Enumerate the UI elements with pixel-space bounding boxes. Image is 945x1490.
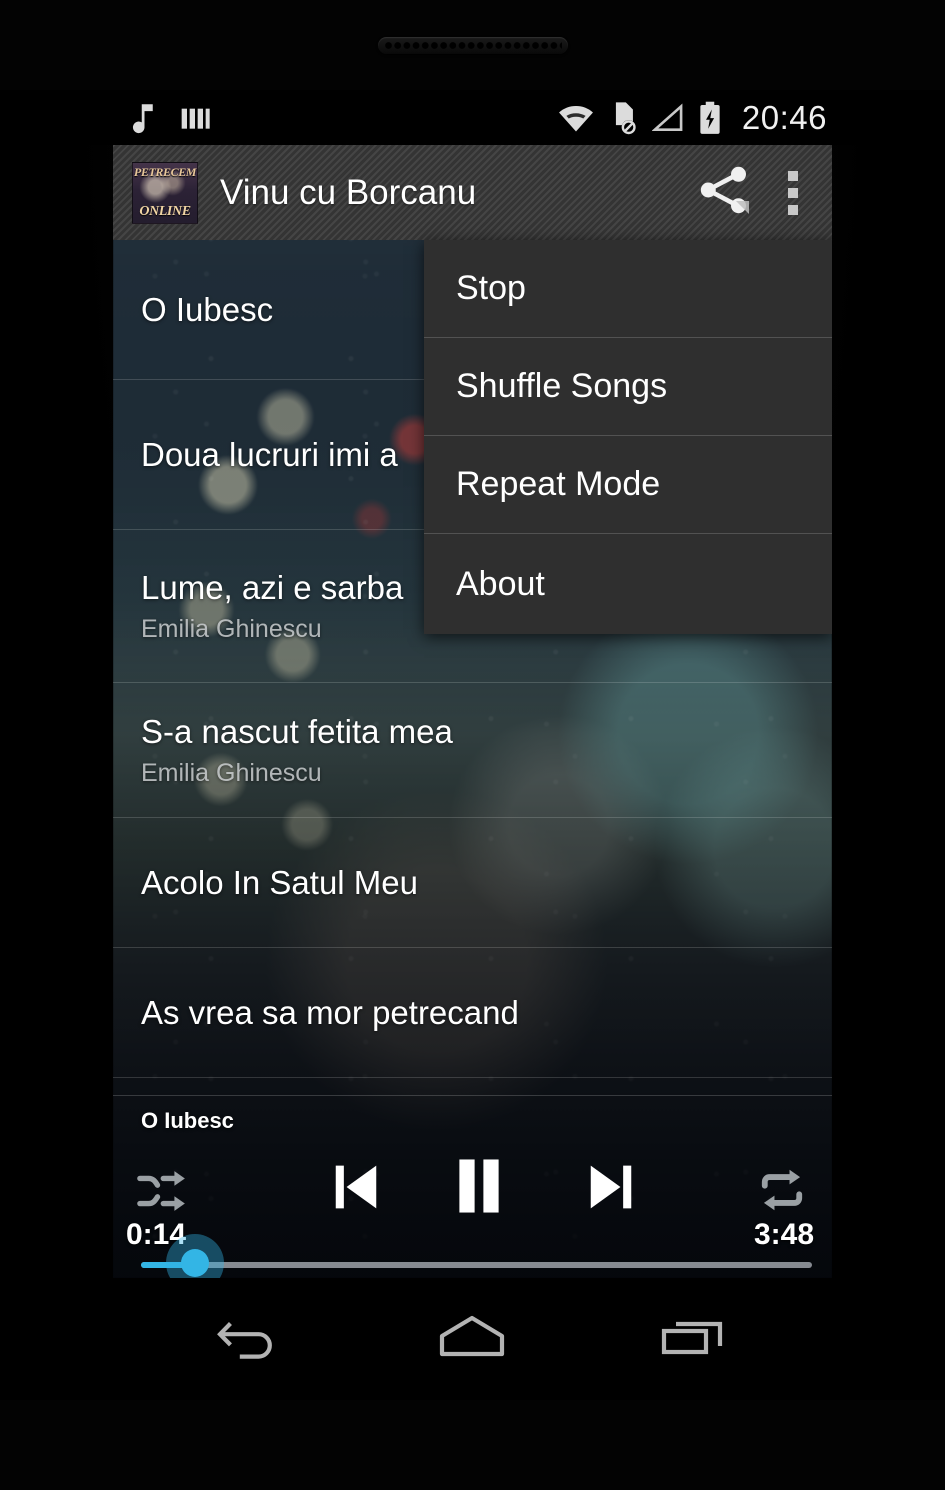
music-note-icon <box>128 100 161 136</box>
previous-track-button[interactable] <box>331 1160 381 1219</box>
device-top-bezel <box>0 0 945 90</box>
recents-icon <box>660 1313 728 1366</box>
next-track-icon <box>586 1165 636 1218</box>
wifi-icon <box>558 103 594 133</box>
now-playing-title: O Iubesc <box>141 1108 234 1133</box>
device-bottom-bezel <box>0 1400 945 1490</box>
menu-item-shuffle-songs[interactable]: Shuffle Songs <box>424 338 832 436</box>
menu-item-about[interactable]: About <box>424 534 832 634</box>
earpiece-speaker <box>378 37 568 54</box>
overflow-dot-2 <box>788 187 798 198</box>
music-player-app: PETRECEM ONLINE Vinu cu Borcanu O Iubesc… <box>113 145 832 1278</box>
song-title: S-a nascut fetita mea <box>141 712 453 750</box>
song-title: As vrea sa mor petrecand <box>141 993 519 1031</box>
status-right-icons: 20:46 <box>558 90 827 145</box>
player-controls-bar: O Iubesc 0:14 3:48 <box>113 1095 832 1278</box>
repeat-icon <box>754 1169 810 1218</box>
overflow-menu-button[interactable] <box>760 145 826 240</box>
overflow-dot-3 <box>788 204 798 215</box>
menu-item-stop[interactable]: Stop <box>424 240 832 338</box>
repeat-button[interactable] <box>754 1166 810 1219</box>
previous-track-icon <box>331 1165 381 1218</box>
equalizer-icon <box>179 102 211 134</box>
play-pause-button[interactable] <box>453 1156 505 1221</box>
song-artist: Emilia Ghinescu <box>141 758 322 787</box>
share-icon <box>695 161 753 224</box>
home-button[interactable] <box>417 1294 527 1384</box>
seek-bar[interactable] <box>141 1234 812 1278</box>
overflow-dot-1 <box>788 170 798 181</box>
back-button[interactable] <box>196 1294 306 1384</box>
overflow-dropdown-menu[interactable]: Stop Shuffle Songs Repeat Mode About <box>424 240 832 634</box>
list-item[interactable]: As vrea sa mor petrecand <box>113 948 832 1078</box>
speaker-grille <box>384 41 562 50</box>
menu-item-repeat-mode[interactable]: Repeat Mode <box>424 436 832 534</box>
android-navigation-bar <box>0 1278 945 1400</box>
page-title: Vinu cu Borcanu <box>220 172 477 212</box>
no-sim-card-icon <box>608 101 638 135</box>
status-left-icons <box>128 90 211 145</box>
back-icon <box>216 1313 285 1366</box>
app-icon: PETRECEM ONLINE <box>132 161 198 224</box>
shuffle-icon <box>137 1171 193 1218</box>
chevron-down-icon <box>736 201 749 214</box>
next-track-button[interactable] <box>586 1160 636 1219</box>
app-icon-line2: ONLINE <box>139 203 191 219</box>
seek-track[interactable] <box>141 1262 812 1268</box>
list-item[interactable]: S-a nascut fetita mea Emilia Ghinescu <box>113 683 832 818</box>
total-time-label: 3:48 <box>753 1218 814 1251</box>
action-bar: PETRECEM ONLINE Vinu cu Borcanu <box>113 145 832 240</box>
song-title: Acolo In Satul Meu <box>141 863 418 901</box>
phone-device-frame: 20:46 PETRECEM ONLINE Vinu cu Borcanu O … <box>0 0 945 1490</box>
recents-button[interactable] <box>639 1294 749 1384</box>
status-bar: 20:46 <box>0 90 945 145</box>
home-icon <box>436 1312 508 1367</box>
battery-charging-icon <box>698 101 722 135</box>
share-button[interactable] <box>688 145 760 240</box>
pause-icon <box>453 1159 505 1220</box>
app-icon-line1: PETRECEM <box>133 164 197 179</box>
list-item[interactable]: Acolo In Satul Meu <box>113 818 832 948</box>
shuffle-button[interactable] <box>137 1168 193 1219</box>
signal-empty-icon <box>651 102 684 133</box>
seek-thumb[interactable] <box>180 1249 209 1277</box>
status-clock: 20:46 <box>741 98 827 136</box>
